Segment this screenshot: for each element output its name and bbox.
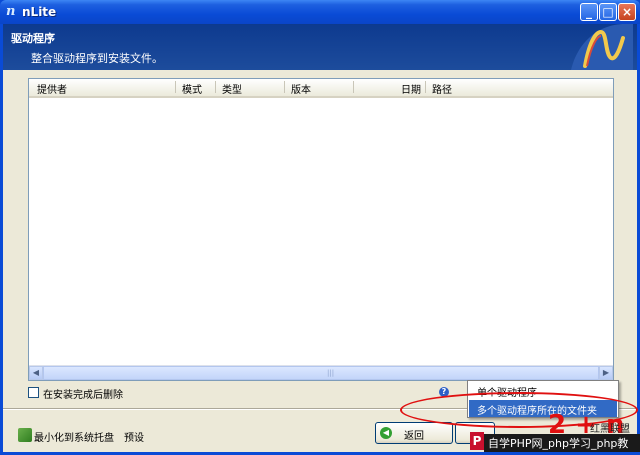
- back-button[interactable]: ◀ 返回: [375, 422, 453, 444]
- minimize-to-tray-label: 最小化到系统托盘: [34, 433, 114, 444]
- nlite-app-icon: n: [6, 4, 16, 19]
- column-separator[interactable]: [175, 81, 176, 93]
- horizontal-scrollbar[interactable]: ◀ ||| ▶: [29, 365, 613, 380]
- delete-after-install-label: 在安装完成后删除: [43, 390, 123, 401]
- nlite-logo-icon: [571, 24, 633, 70]
- back-arrow-icon: ◀: [380, 427, 392, 439]
- driver-list[interactable]: 提供者 模式 类型 版本 日期 路径 ◀ ||| ▶: [28, 78, 614, 381]
- grip-icon: |||: [327, 369, 335, 377]
- column-separator[interactable]: [284, 81, 285, 93]
- list-header: 提供者 模式 类型 版本 日期 路径: [29, 79, 613, 98]
- scroll-right-icon[interactable]: ▶: [599, 366, 613, 380]
- delete-after-install-checkbox[interactable]: [28, 387, 39, 398]
- tray-icon: [18, 428, 32, 442]
- close-icon: ×: [621, 5, 633, 19]
- column-header-version[interactable]: 版本: [291, 81, 311, 96]
- column-header-mode[interactable]: 模式: [182, 81, 202, 96]
- column-header-provider[interactable]: 提供者: [37, 81, 67, 96]
- back-button-label: 返回: [404, 431, 424, 442]
- watermark-text: 自学PHP网_php学习_php教: [488, 437, 629, 450]
- column-separator[interactable]: [353, 81, 354, 93]
- title-bar[interactable]: n nLite _ □ ×: [0, 0, 640, 24]
- window-title: nLite: [22, 5, 57, 19]
- column-header-date[interactable]: 日期: [401, 81, 421, 96]
- scroll-left-icon[interactable]: ◀: [29, 366, 43, 380]
- watermark: 2 + n 红黑联盟 P 自学PHP网_php学习_php教: [470, 412, 640, 452]
- maximize-icon: □: [602, 5, 614, 19]
- maximize-button[interactable]: □: [599, 3, 617, 21]
- page-title: 驱动程序: [11, 32, 55, 45]
- page-header: 驱动程序 整合驱动程序到安装文件。: [3, 24, 637, 70]
- minimize-button[interactable]: _: [580, 3, 598, 21]
- page-subtitle: 整合驱动程序到安装文件。: [31, 52, 163, 65]
- close-button[interactable]: ×: [618, 3, 636, 21]
- column-header-path[interactable]: 路径: [432, 81, 452, 96]
- watermark-logo-icon: P: [470, 432, 484, 450]
- scrollbar-thumb[interactable]: |||: [43, 366, 599, 380]
- preset-link[interactable]: 预设: [124, 429, 144, 444]
- minimize-icon: _: [586, 5, 592, 19]
- column-header-type[interactable]: 类型: [222, 81, 242, 96]
- watermark-brand: 红黑联盟: [590, 424, 630, 435]
- column-separator[interactable]: [215, 81, 216, 93]
- column-separator[interactable]: [425, 81, 426, 93]
